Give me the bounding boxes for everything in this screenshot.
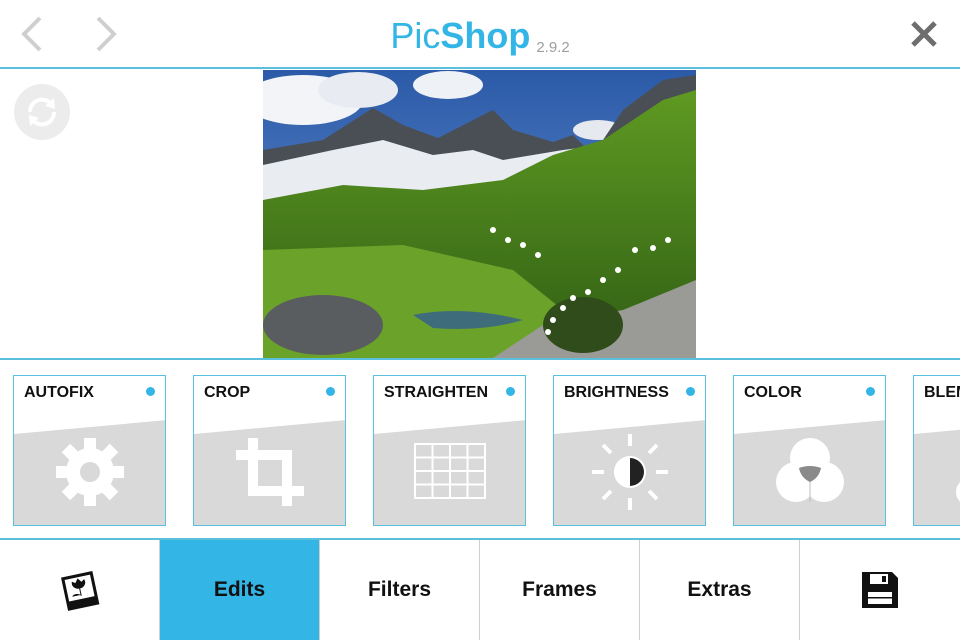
indicator-dot bbox=[686, 387, 695, 396]
gallery-icon bbox=[60, 571, 99, 611]
close-icon bbox=[911, 21, 937, 47]
tab-frames[interactable]: Frames bbox=[480, 540, 640, 640]
indicator-dot bbox=[866, 387, 875, 396]
tool-brightness[interactable]: BRIGHTNESS bbox=[553, 375, 706, 526]
tool-label: BLEMISH bbox=[924, 384, 960, 401]
landscape-photo bbox=[263, 70, 696, 358]
tool-label: AUTOFIX bbox=[24, 384, 94, 401]
photo-preview[interactable] bbox=[263, 70, 696, 358]
sun-icon bbox=[592, 434, 668, 510]
grid-icon bbox=[414, 443, 486, 499]
crop-icon bbox=[236, 438, 304, 506]
rotate-button[interactable] bbox=[14, 84, 70, 140]
bottom-tab-bar: Edits Filters Frames Extras bbox=[0, 538, 960, 640]
tab-filters[interactable]: Filters bbox=[320, 540, 480, 640]
blemish-icon bbox=[956, 482, 960, 502]
rotate-icon bbox=[27, 97, 57, 127]
gear-icon bbox=[56, 438, 124, 506]
tool-straighten[interactable]: STRAIGHTEN bbox=[373, 375, 526, 526]
top-bar: PicShop 2.9.2 bbox=[0, 0, 960, 69]
tab-edits[interactable]: Edits bbox=[160, 540, 320, 640]
tool-crop[interactable]: CROP bbox=[193, 375, 346, 526]
app-title-bold: Shop bbox=[440, 15, 531, 56]
indicator-dot bbox=[506, 387, 515, 396]
indicator-dot bbox=[326, 387, 335, 396]
tool-label: BRIGHTNESS bbox=[564, 384, 669, 401]
color-circles-icon bbox=[776, 438, 844, 502]
tab-save[interactable] bbox=[800, 540, 960, 640]
indicator-dot bbox=[146, 387, 155, 396]
close-button[interactable] bbox=[906, 16, 942, 52]
tool-label: STRAIGHTEN bbox=[384, 384, 488, 401]
tool-autofix[interactable]: AUTOFIX bbox=[13, 375, 166, 526]
app-version: 2.9.2 bbox=[536, 39, 570, 56]
tab-gallery[interactable] bbox=[0, 540, 160, 640]
tab-extras[interactable]: Extras bbox=[640, 540, 800, 640]
tools-strip[interactable]: AUTOFIX CROP STRAIGHTEN BRIGHTNESS COLOR… bbox=[0, 358, 960, 538]
tool-color[interactable]: COLOR bbox=[733, 375, 886, 526]
tool-label: COLOR bbox=[744, 384, 802, 401]
tool-label: CROP bbox=[204, 384, 251, 401]
save-icon bbox=[862, 572, 898, 608]
app-title-light: Pic bbox=[390, 15, 441, 56]
tool-blemish[interactable]: BLEMISH bbox=[913, 375, 960, 526]
app-title: PicShop 2.9.2 bbox=[0, 14, 960, 70]
